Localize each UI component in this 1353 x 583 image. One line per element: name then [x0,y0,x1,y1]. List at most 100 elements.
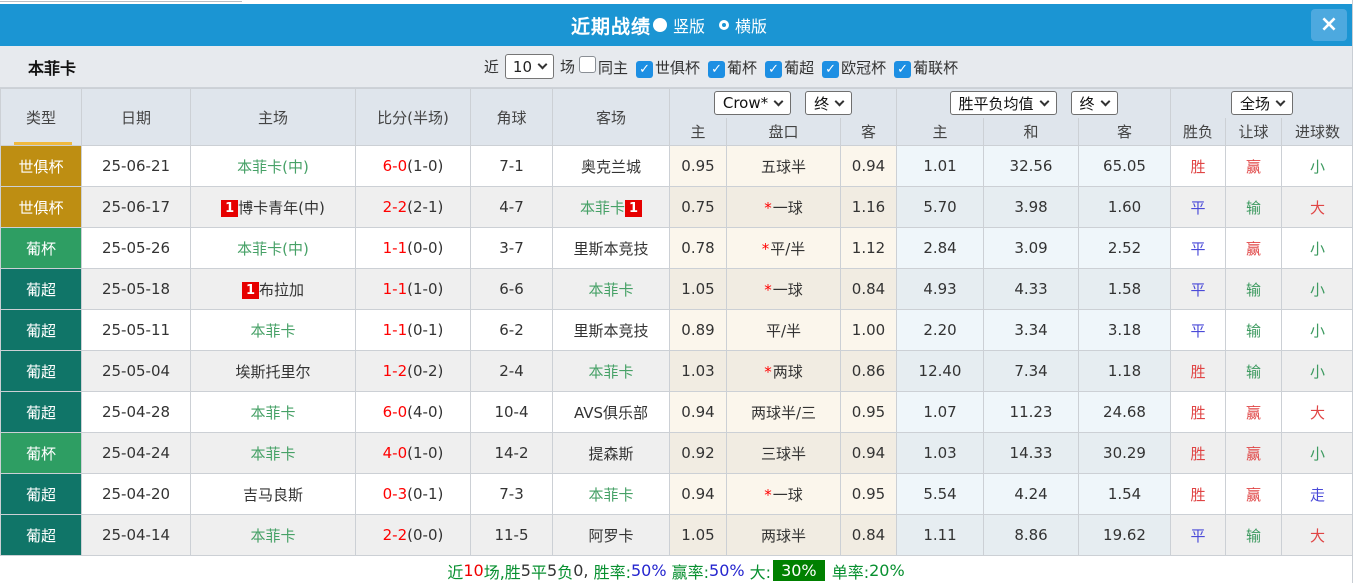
checkbox-label[interactable]: 欧冠杯 [841,59,886,77]
corner-score: 2-4 [470,350,553,392]
avg-home: 2.20 [896,309,985,351]
radio-selected-icon[interactable] [652,18,667,32]
full-time-score: 1-1 [382,280,408,298]
handicap: *两球 [726,350,841,392]
result-goals: 小 [1281,145,1352,187]
col-header-date: 日期 [81,88,191,146]
type-badge: 葡杯 [0,227,82,269]
checkbox-label[interactable]: 葡联杯 [913,59,958,77]
avg-away: 1.18 [1078,350,1172,392]
near-count-value: 10 [512,57,532,76]
avg-away: 1.60 [1078,186,1172,228]
checkbox-label[interactable]: 世俱杯 [655,59,700,77]
odds-away: 0.84 [839,268,898,310]
type-badge: 葡超 [0,309,82,351]
summary-segment: 50% [630,561,667,580]
sub-header-odds-away: 客 [839,117,898,146]
result-wdl: 平 [1170,268,1227,310]
avg-time-select-value: 终 [1079,94,1095,113]
summary-segment: 赢率: [666,562,710,582]
sub-header-handicap: 盘口 [726,117,841,146]
odds-away: 0.86 [839,350,898,392]
match-date: 25-05-04 [81,350,191,392]
layout-radio-group: 竖版 横版 [652,13,781,37]
chevron-down-icon [1275,96,1286,107]
close-icon[interactable]: × [1311,9,1347,41]
odds-home: 0.92 [669,432,727,474]
handicap: *平/半 [726,227,841,269]
odds-home: 0.94 [669,473,727,515]
avg-home: 5.70 [896,186,985,228]
checkbox-checked[interactable]: ✓ [765,60,783,78]
team-name-text: 里斯本竞技 [573,239,649,258]
home-team: 本菲卡(中) [190,145,356,187]
match-date: 25-04-28 [81,391,191,433]
summary-highlight-value: 30% [773,560,825,581]
live-badge: 1 [241,281,260,299]
checkbox-label[interactable]: 同主 [598,59,628,77]
checkbox-label[interactable]: 葡超 [784,59,814,77]
avg-draw: 4.24 [983,473,1080,515]
radio-unselected-icon[interactable] [719,20,729,30]
team-name-text: 博卡青年(中) [238,198,325,217]
type-badge: 葡超 [0,268,82,310]
avg-away: 24.68 [1078,391,1172,433]
odds-time-select[interactable]: 终 [805,91,853,116]
avg-home: 1.07 [896,391,985,433]
score: 1-1(1-0) [355,268,471,310]
result-handicap: 输 [1225,268,1283,310]
away-team: AVS俱乐部 [552,391,670,433]
avg-away: 30.29 [1078,432,1172,474]
team-name-text: 阿罗卡 [588,526,634,545]
checkbox-label[interactable]: 葡杯 [727,59,757,77]
checkbox-checked[interactable]: ✓ [708,60,726,78]
avg-type-select[interactable]: 胜平负均值 [949,91,1057,116]
team-name-text: 本菲卡 [250,321,296,340]
handicap-text: 三球半 [760,444,806,463]
checkbox-unchecked[interactable] [579,55,597,73]
checkbox-checked[interactable]: ✓ [636,60,654,78]
avg-draw: 3.09 [983,227,1080,269]
avg-home: 1.01 [896,145,985,187]
full-time-score: 1-1 [382,321,408,339]
team-name-text: 本菲卡 [250,526,296,545]
away-team: 本菲卡 [552,473,670,515]
score: 6-0(4-0) [355,391,471,433]
layout-option-horizontal[interactable]: 横版 [719,13,767,37]
handicap: *一球 [726,268,841,310]
team-name-text: 本菲卡 [588,362,634,381]
result-goals: 小 [1281,350,1352,392]
handicap-text: 平/半 [770,239,806,258]
avg-time-select[interactable]: 终 [1070,91,1118,116]
away-team: 本菲卡 1 [552,186,670,228]
half-time-score: (1-0) [407,280,444,298]
asterisk-icon: * [764,280,772,299]
result-wdl: 胜 [1170,473,1227,515]
handicap: *一球 [726,186,841,228]
asterisk-icon: * [764,362,772,381]
period-select[interactable]: 全场 [1231,91,1294,116]
match-date: 25-04-14 [81,514,191,556]
checkbox-checked[interactable]: ✓ [894,60,912,78]
summary-segment: 胜 [504,562,521,582]
home-team: 埃斯托里尔 [190,350,356,392]
home-team: 本菲卡 [190,309,356,351]
half-time-score: (0-0) [407,239,444,257]
handicap-text: 两球半/三 [750,403,817,422]
summary-segment: 平 [530,562,547,582]
sub-header-goals-res: 进球数 [1281,117,1352,146]
result-goals: 大 [1281,391,1352,433]
layout-option-vertical[interactable]: 竖版 [652,13,705,37]
avg-home: 1.11 [896,514,985,556]
avg-draw: 11.23 [983,391,1080,433]
checkbox-checked[interactable]: ✓ [822,60,840,78]
match-date: 25-06-21 [81,145,191,187]
sub-header-avg-home: 主 [896,117,985,146]
table-row: 葡超 25-05-04 埃斯托里尔 1-2(0-2) 2-4 本菲卡 1.03 *两球 0.86… [0,350,1352,392]
full-time-score: 6-0 [382,403,408,421]
table-row: 葡杯 25-05-26 本菲卡(中) 1-1(0-0) 3-7 里斯本竞技 0.78 *平/半… [0,227,1352,269]
odds-home: 1.05 [669,268,727,310]
bookmaker-select[interactable]: Crow* [713,91,792,116]
near-label: 近 [483,58,499,76]
near-count-select[interactable]: 10 [504,54,554,79]
